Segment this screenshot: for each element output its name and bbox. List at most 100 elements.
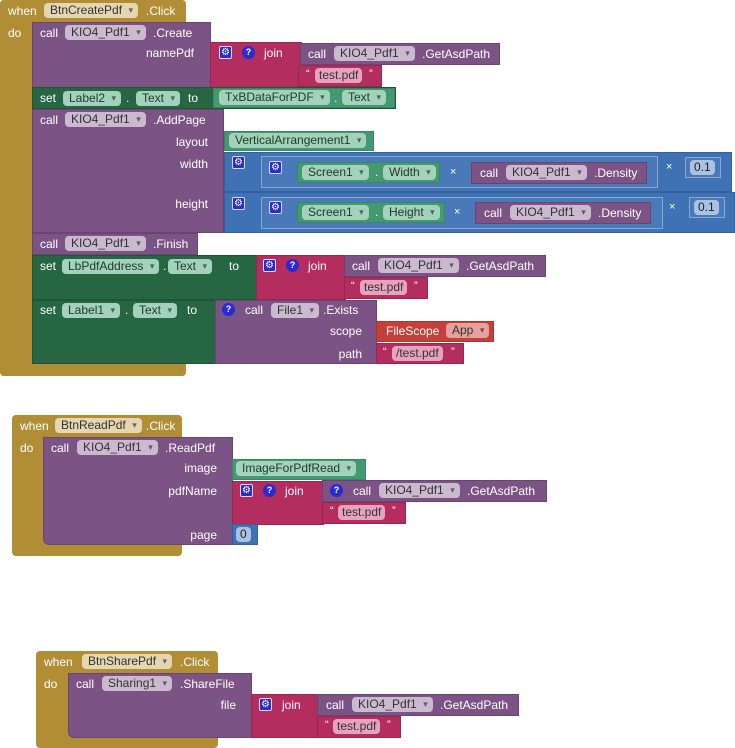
component-dropdown[interactable]: KIO4_Pdf1 [378,258,459,273]
call-keyword: call [352,259,371,273]
component-dropdown[interactable]: KIO4_Pdf1 [65,112,146,127]
property-dropdown[interactable]: Text [136,91,181,106]
quote-icon: ” [387,719,391,731]
text-value[interactable]: test.pdf [338,505,386,520]
method-name: .Density [598,206,642,220]
dot: . [334,91,338,105]
filescope-dropdown[interactable]: App [446,323,490,338]
component-dropdown[interactable]: File1 [271,303,320,318]
gear-icon[interactable]: ⚙ [269,161,282,174]
when-keyword: when [8,4,37,18]
component-dropdown[interactable]: KIO4_Pdf1 [334,46,415,61]
component-dropdown[interactable]: Screen1 [302,165,369,180]
dot: . [375,205,379,219]
to-keyword: to [187,303,198,317]
do-keyword: do [20,441,34,455]
method-name: .Create [153,26,193,40]
to-keyword: to [229,259,240,273]
gear-icon[interactable]: ⚙ [263,259,276,272]
multiply-operator: × [450,166,457,178]
arg-label-layout: layout [175,135,208,149]
method-name: .Density [594,166,638,180]
property-dropdown[interactable]: Text [133,303,178,318]
event-name: .Click [146,4,176,18]
join-keyword: join [282,698,301,712]
gear-icon[interactable]: ⚙ [240,484,253,497]
component-dropdown[interactable]: ImageForPdfRead [236,461,357,476]
help-icon[interactable]: ? [330,484,343,497]
arg-label-pdfname: pdfName [168,484,217,498]
arg-label-file: file [220,698,236,712]
number-value[interactable]: 0.1 [694,200,719,215]
help-icon[interactable]: ? [263,484,276,497]
component-dropdown[interactable]: KIO4_Pdf1 [379,483,460,498]
component-dropdown[interactable]: KIO4_Pdf1 [65,25,146,40]
join-keyword: join [308,259,327,273]
call-keyword: call [40,237,59,251]
help-icon[interactable]: ? [242,46,255,59]
set-keyword: set [40,303,57,317]
quote-icon: ” [369,68,373,80]
help-icon[interactable]: ? [286,259,299,272]
when-keyword: when [44,655,73,669]
method-name: .Exists [323,303,359,317]
gear-icon[interactable]: ⚙ [219,46,232,59]
property-dropdown[interactable]: Height [383,205,440,220]
method-name: .ReadPdf [165,441,216,455]
call-keyword: call [76,677,95,691]
multiply-operator: × [666,161,673,173]
component-dropdown[interactable]: KIO4_Pdf1 [510,205,591,220]
to-keyword: to [188,91,199,105]
text-value[interactable]: test.pdf [360,280,408,295]
property-dropdown[interactable]: Width [383,165,436,180]
component-dropdown[interactable]: KIO4_Pdf1 [506,165,587,180]
call-keyword: call [353,484,372,498]
component-dropdown[interactable]: Screen1 [302,205,369,220]
method-name: .GetAsdPath [466,259,535,273]
dot: . [126,91,130,105]
call-keyword: call [484,206,503,220]
component-dropdown[interactable]: Sharing1 [102,676,173,691]
arg-label-scope: scope [329,324,362,338]
do-keyword: do [8,26,22,40]
quote-icon: ” [414,280,418,292]
gear-icon[interactable]: ⚙ [232,197,245,210]
method-name: .Finish [153,237,189,251]
gear-icon[interactable]: ⚙ [269,201,282,214]
component-dropdown[interactable]: BtnCreatePdf [44,3,139,18]
property-dropdown[interactable]: Text [168,259,213,274]
component-dropdown[interactable]: KIO4_Pdf1 [77,440,158,455]
number-value[interactable]: 0.1 [690,160,715,175]
dot: . [375,165,379,179]
property-dropdown[interactable]: Text [342,90,387,105]
call-keyword: call [308,47,327,61]
call-keyword: call [40,113,59,127]
number-value[interactable]: 0 [236,527,251,542]
component-dropdown[interactable]: BtnReadPdf [55,418,142,433]
component-dropdown[interactable]: KIO4_Pdf1 [352,697,433,712]
component-dropdown[interactable]: BtnSharePdf [82,654,173,669]
component-dropdown[interactable]: KIO4_Pdf1 [65,236,146,251]
component-dropdown[interactable]: VerticalArrangement1 [229,133,367,148]
quote-icon: ” [451,346,455,358]
arg-label-width: width [179,157,208,171]
multiply-operator: × [669,201,676,213]
gear-icon[interactable]: ⚙ [232,156,245,169]
component-dropdown[interactable]: Label1 [62,303,121,318]
component-dropdown[interactable]: Label2 [63,91,122,106]
call-addpage-block[interactable] [32,109,224,233]
text-value[interactable]: test.pdf [315,68,363,83]
arg-label-image: image [184,461,217,475]
quote-icon: ” [392,505,396,517]
component-dropdown[interactable]: LbPdfAddress [62,259,160,274]
text-value[interactable]: /test.pdf [392,346,443,361]
filescope-label: FileScope [386,324,440,338]
help-icon[interactable]: ? [222,303,235,316]
text-value[interactable]: test.pdf [333,719,381,734]
call-keyword: call [326,698,345,712]
call-keyword: call [480,166,499,180]
gear-icon[interactable]: ⚙ [259,698,272,711]
component-dropdown[interactable]: TxBDataForPDF [219,90,330,105]
quote-icon: “ [351,280,355,292]
do-keyword: do [44,677,58,691]
